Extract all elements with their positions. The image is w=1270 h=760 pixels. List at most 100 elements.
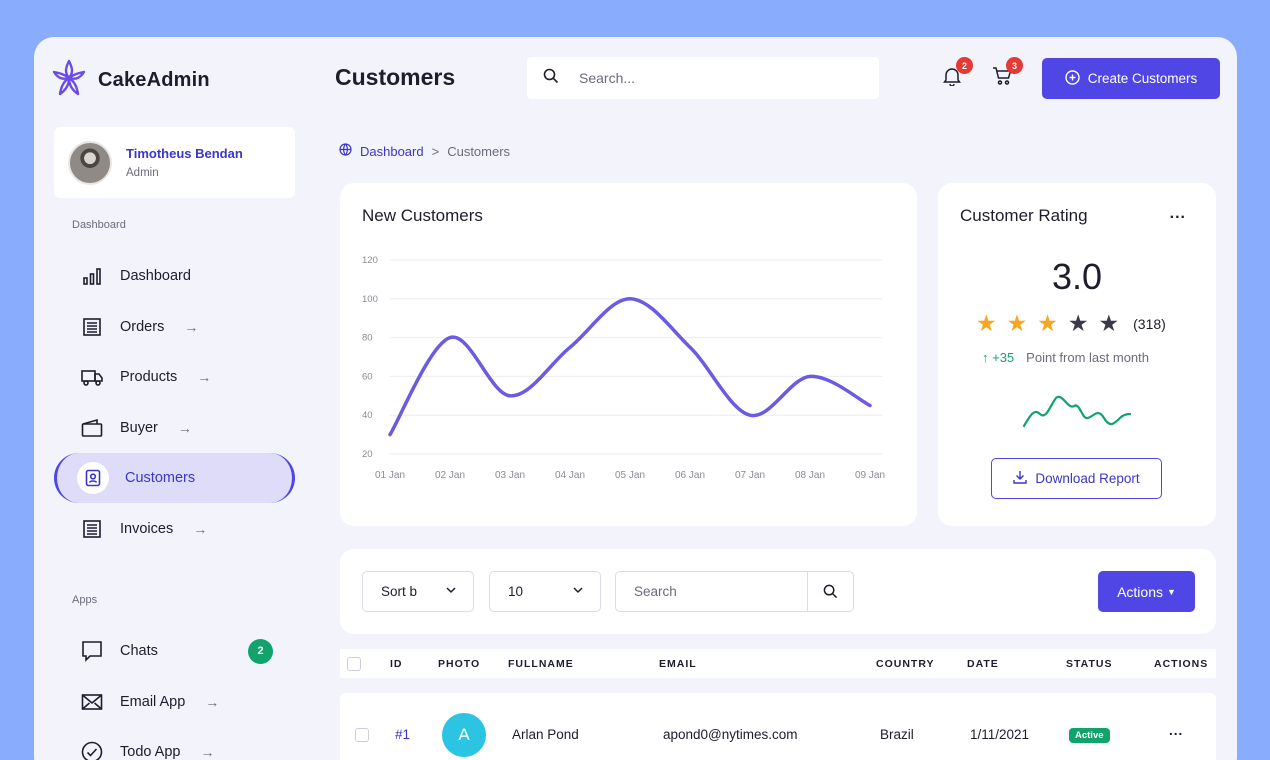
per-page-value: 10: [508, 584, 524, 599]
avatar: [68, 140, 112, 185]
brand[interactable]: CakeAdmin: [52, 59, 210, 102]
sidebar-item-dashboard[interactable]: Dashboard: [54, 251, 295, 301]
actions-dropdown-button[interactable]: Actions ▼: [1098, 571, 1195, 612]
sidebar-item-chats[interactable]: Chats 2: [54, 626, 295, 676]
download-icon: [1013, 470, 1028, 487]
table-search-input[interactable]: [616, 584, 806, 599]
search-icon: [543, 68, 559, 89]
section-label-apps: Apps: [72, 594, 98, 606]
select-all-checkbox[interactable]: [347, 657, 361, 671]
col-header-email: EMAIL: [659, 657, 697, 670]
col-header-photo: PHOTO: [438, 657, 481, 670]
table-row[interactable]: #1 A Arlan Pond apond0@nytimes.com Brazi…: [340, 693, 1216, 760]
col-header-country: COUNTRY: [876, 657, 935, 670]
x-tick-label: 04 Jan: [555, 470, 585, 481]
page-title: Customers: [335, 64, 456, 90]
x-tick-label: 03 Jan: [495, 470, 525, 481]
star-icon: ★: [1037, 310, 1058, 336]
sidebar-item-customers[interactable]: Customers: [54, 453, 295, 503]
chats-count-badge: 2: [248, 638, 273, 664]
search-icon[interactable]: [807, 572, 853, 611]
sidebar-item-label: Customers: [125, 470, 196, 486]
new-customers-card: New Customers 20 40 60 80 100 120 01 Jan 02 Jan…: [340, 183, 917, 526]
breadcrumb: Dashboard > Customers: [339, 143, 510, 159]
row-checkbox[interactable]: [355, 728, 369, 742]
breadcrumb-separator: >: [431, 143, 440, 159]
sidebar-item-label: Products: [120, 369, 178, 385]
per-page-select[interactable]: 10: [489, 571, 601, 612]
more-options-button[interactable]: ...: [1170, 205, 1186, 223]
row-fullname: Arlan Pond: [512, 727, 579, 742]
sidebar-item-todo-app[interactable]: Todo App →: [54, 727, 295, 760]
star-icon: ★: [1006, 310, 1028, 336]
row-avatar: A: [442, 713, 486, 757]
trend-delta: ↑ +35: [982, 350, 1015, 365]
sidebar-item-label: Invoices: [120, 521, 174, 537]
y-tick-label: 100: [362, 294, 378, 305]
app-window: CakeAdmin Timotheus Bendan Admin Dashboa…: [34, 37, 1237, 760]
row-actions-button[interactable]: ...: [1169, 723, 1183, 738]
profile-card[interactable]: Timotheus Bendan Admin: [54, 127, 295, 198]
arrow-right-icon: →: [205, 694, 220, 710]
row-country: Brazil: [880, 727, 914, 742]
rating-trend: ↑ +35 Point from last month: [982, 350, 1149, 365]
col-header-status: STATUS: [1066, 657, 1113, 670]
logo-icon: [52, 59, 86, 102]
star-icon: ★: [1067, 310, 1089, 336]
section-label-dashboard: Dashboard: [72, 219, 126, 231]
profile-role: Admin: [126, 167, 159, 179]
sidebar-item-email-app[interactable]: Email App →: [54, 677, 295, 727]
receipt-icon: [80, 315, 104, 339]
x-tick-label: 07 Jan: [735, 470, 765, 481]
table-header: ID PHOTO FULLNAME EMAIL COUNTRY DATE STA…: [340, 649, 1216, 678]
table-search[interactable]: [615, 571, 854, 612]
arrow-right-icon: →: [197, 369, 212, 385]
y-tick-label: 120: [362, 255, 378, 266]
sidebar-item-products[interactable]: Products →: [54, 352, 295, 402]
notifications-button[interactable]: 2: [939, 57, 973, 91]
x-tick-label: 09 Jan: [855, 470, 885, 481]
status-badge: Active: [1069, 728, 1110, 743]
sidebar-item-buyer[interactable]: Buyer →: [54, 403, 295, 453]
sort-select[interactable]: Sort b: [362, 571, 474, 612]
rating-value: 3.0: [1051, 256, 1103, 297]
y-tick-label: 40: [362, 410, 373, 421]
x-tick-label: 05 Jan: [615, 470, 645, 481]
sidebar-item-label: Orders: [120, 319, 165, 335]
row-id[interactable]: #1: [395, 727, 410, 742]
create-customers-button[interactable]: Create Customers: [1042, 58, 1220, 99]
new-customers-chart: 20 40 60 80 100 120 01 Jan 02 Jan 03 Jan 04 Jan 05…: [362, 255, 885, 481]
star-icon: ★: [976, 310, 997, 336]
profile-name: Timotheus Bendan: [126, 146, 243, 161]
header-search[interactable]: [527, 57, 879, 99]
col-header-date: DATE: [967, 657, 999, 670]
rating-stars: ★ ★ ★ ★ ★ (318): [976, 312, 1166, 335]
sidebar-item-invoices[interactable]: Invoices →: [54, 504, 295, 554]
arrow-right-icon: →: [200, 744, 215, 760]
x-tick-label: 08 Jan: [795, 470, 825, 481]
sidebar-item-orders[interactable]: Orders →: [54, 302, 295, 352]
y-tick-label: 80: [362, 333, 373, 344]
star-icon: ★: [1098, 310, 1120, 336]
x-tick-label: 01 Jan: [375, 470, 405, 481]
notifications-badge: 2: [956, 57, 973, 74]
invoice-icon: [80, 517, 104, 541]
search-input[interactable]: [579, 70, 839, 86]
chat-icon: [80, 639, 104, 663]
caret-down-icon: ▼: [1167, 586, 1176, 597]
trend-text: Point from last month: [1026, 350, 1149, 365]
brand-name: CakeAdmin: [98, 69, 210, 91]
arrow-right-icon: →: [193, 521, 208, 537]
customer-rating-title: Customer Rating: [960, 206, 1088, 225]
y-tick-label: 60: [362, 371, 373, 382]
sidebar-item-label: Todo App: [120, 744, 181, 760]
x-tick-label: 02 Jan: [435, 470, 465, 481]
cart-badge: 3: [1006, 57, 1023, 74]
contact-card-icon: [77, 462, 109, 494]
download-report-button[interactable]: Download Report: [991, 458, 1162, 499]
cart-button[interactable]: 3: [989, 57, 1023, 91]
truck-icon: [80, 365, 104, 389]
create-customers-label: Create Customers: [1087, 71, 1198, 86]
breadcrumb-home-link[interactable]: Dashboard: [360, 144, 424, 159]
col-header-id: ID: [390, 657, 403, 670]
